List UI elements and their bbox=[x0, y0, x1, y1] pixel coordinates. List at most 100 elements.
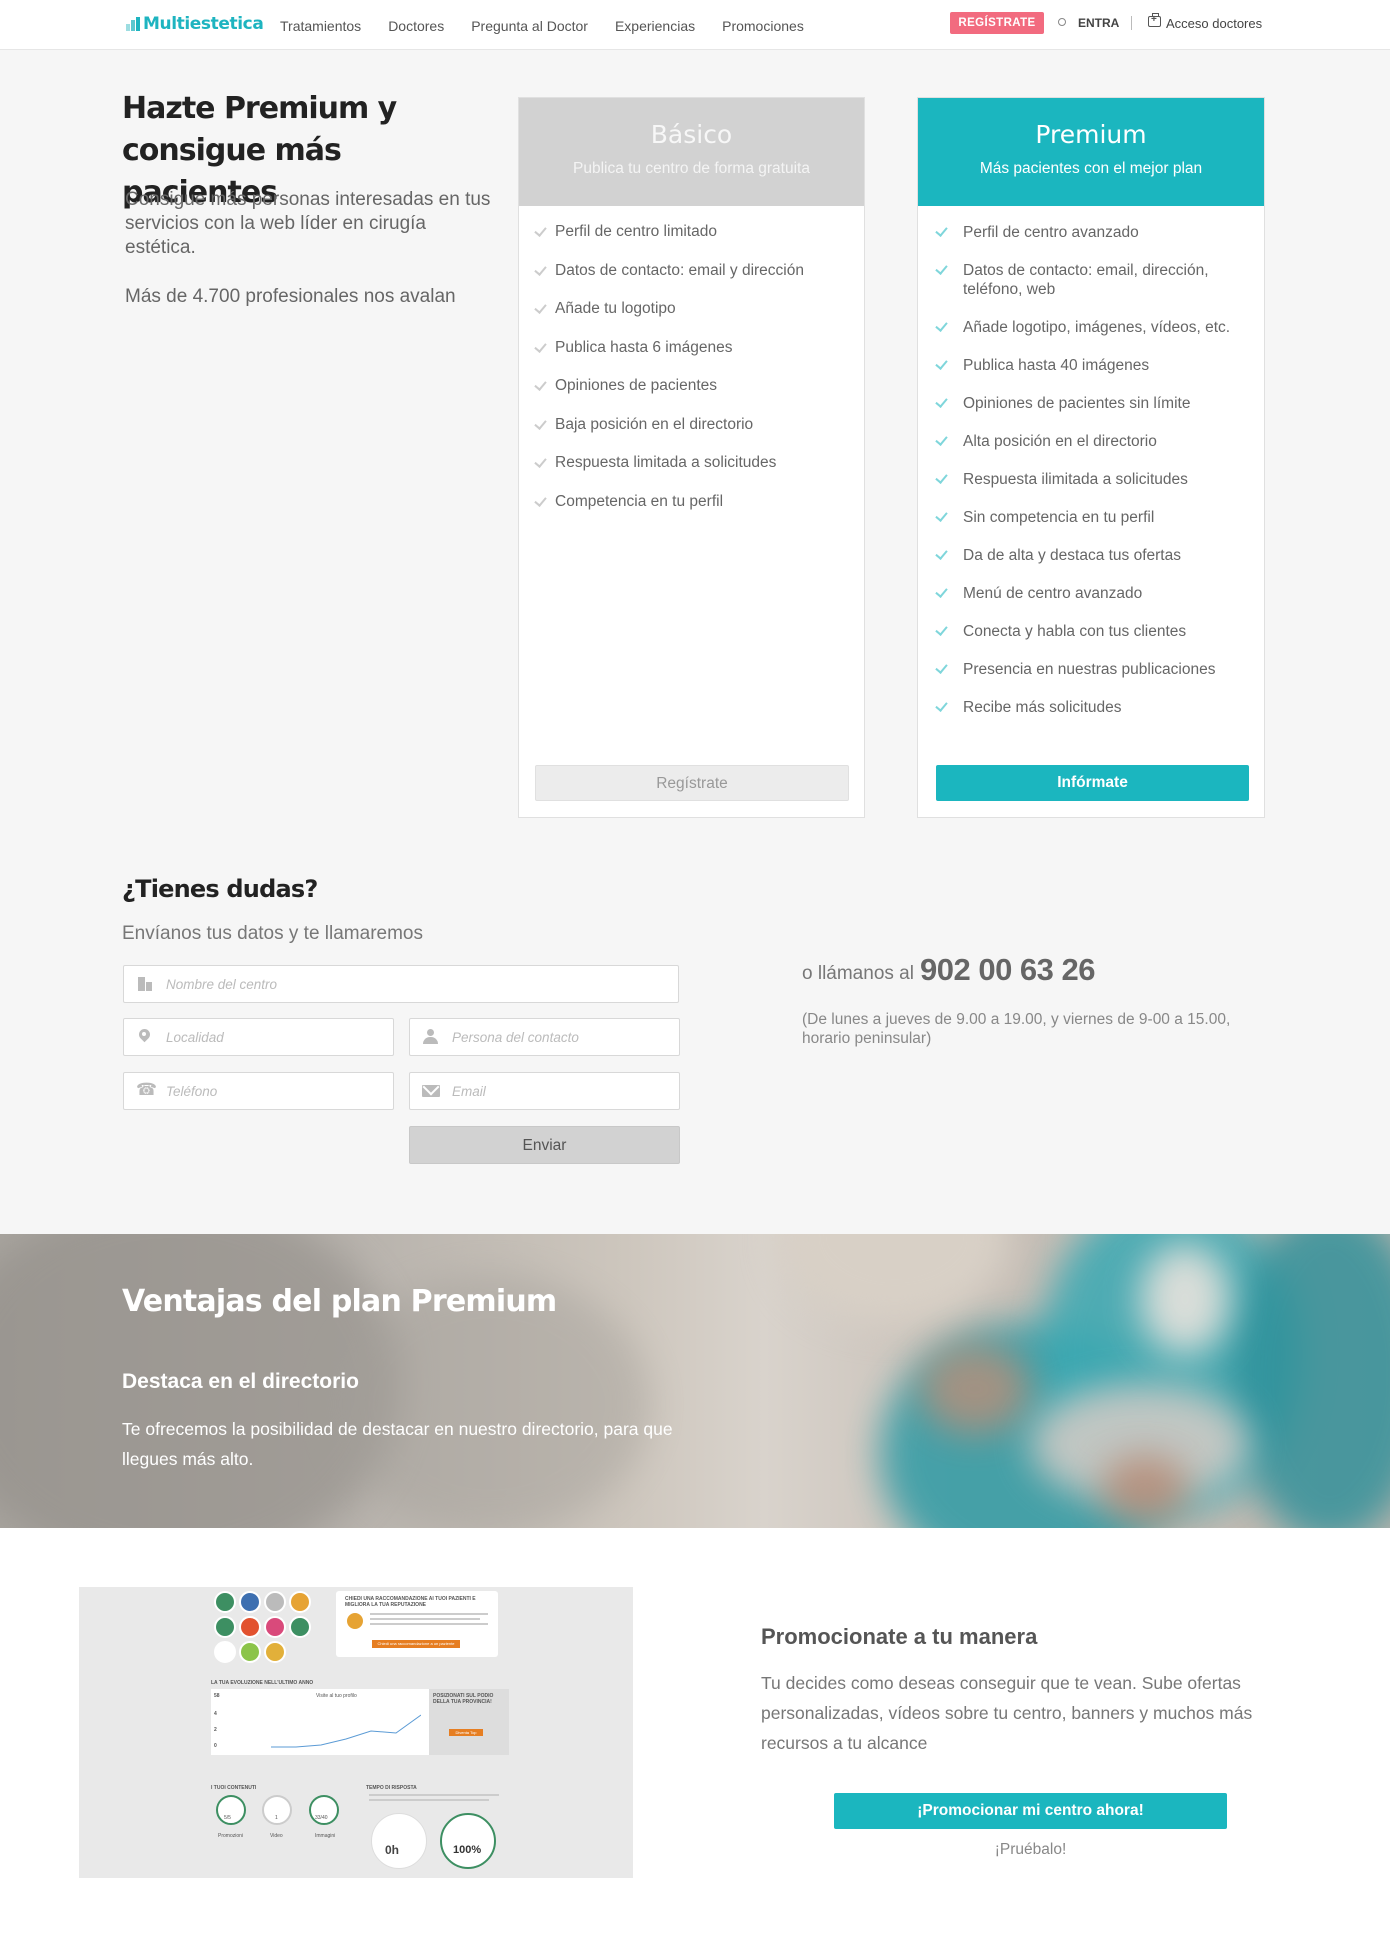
premium-info-button[interactable]: Infórmate bbox=[936, 765, 1249, 801]
register-button[interactable]: REGÍSTRATE bbox=[950, 12, 1044, 34]
check-icon bbox=[936, 357, 948, 369]
send-button[interactable]: Enviar bbox=[409, 1126, 680, 1164]
plan-basic-card: Básico Publica tu centro de forma gratui… bbox=[518, 97, 865, 818]
envelope-icon bbox=[422, 1083, 440, 1099]
check-icon bbox=[535, 340, 547, 352]
response-rate-gauge bbox=[440, 1813, 496, 1869]
bubble-icon bbox=[289, 1616, 311, 1638]
plan-premium-card: Premium Más pacientes con el mejor plan … bbox=[917, 97, 1265, 818]
medical-bag-icon bbox=[1148, 13, 1161, 27]
response-time-gauge bbox=[371, 1813, 427, 1869]
check-icon bbox=[936, 471, 948, 483]
login-link[interactable]: ENTRA bbox=[1078, 16, 1119, 30]
call-hours: (De lunes a jueves de 9.00 a 19.00, y vi… bbox=[802, 1011, 1231, 1047]
promo-section: CHIEDI UNA RACCOMANDAZIONE AI TUOI PAZIE… bbox=[0, 1528, 1390, 1947]
contact-title: ¿Tienes dudas? bbox=[122, 875, 318, 903]
check-icon bbox=[535, 455, 547, 467]
check-icon bbox=[936, 224, 948, 236]
plan-name: Premium bbox=[1035, 120, 1147, 149]
check-icon bbox=[936, 509, 948, 521]
plan-tagline: Publica tu centro de forma gratuita bbox=[573, 160, 810, 177]
save-icon bbox=[239, 1591, 261, 1613]
hero-subtitle: Consigue más personas interesadas en tus… bbox=[125, 189, 491, 258]
email-field bbox=[409, 1072, 680, 1110]
evolution-panel: 58 4 2 0 Visite al tuo profilo POSIZIONA… bbox=[211, 1689, 509, 1755]
check-icon bbox=[936, 699, 948, 711]
check-icon bbox=[535, 224, 547, 236]
doctors-access-link[interactable]: Acceso doctores bbox=[1166, 16, 1262, 31]
feature-item: Competencia en tu perfil bbox=[535, 493, 845, 532]
phone-number-link[interactable]: 902 00 63 26 bbox=[920, 952, 1096, 988]
nav-experiencias[interactable]: Experiencias bbox=[615, 18, 695, 34]
become-top-button[interactable]: Diventa Top bbox=[449, 1729, 483, 1736]
nav-pregunta[interactable]: Pregunta al Doctor bbox=[471, 18, 588, 34]
check-icon bbox=[535, 301, 547, 313]
try-it-link[interactable]: ¡Pruébalo! bbox=[834, 1841, 1227, 1859]
check-icon bbox=[936, 433, 948, 445]
city-field bbox=[123, 1018, 394, 1056]
banner-subtitle: Destaca en el directorio bbox=[122, 1370, 359, 1393]
gauge-icon bbox=[264, 1616, 286, 1638]
nav-tratamientos[interactable]: Tratamientos bbox=[280, 18, 361, 34]
check-icon bbox=[535, 263, 547, 275]
check-icon bbox=[936, 319, 948, 331]
check-icon bbox=[936, 395, 948, 407]
promote-center-button[interactable]: ¡Promocionar mi centro ahora! bbox=[834, 1793, 1227, 1829]
gear-icon bbox=[239, 1616, 261, 1638]
recommendation-card: CHIEDI UNA RACCOMANDAZIONE AI TUOI PAZIE… bbox=[336, 1591, 498, 1657]
promo-title: Promocionate a tu manera bbox=[761, 1624, 1038, 1649]
crown-icon bbox=[239, 1641, 261, 1663]
chat-icon bbox=[289, 1591, 311, 1613]
plan-name: Básico bbox=[650, 120, 733, 149]
phone-field bbox=[123, 1072, 394, 1110]
feature-item: Presencia en nuestras publicaciones bbox=[936, 660, 1246, 679]
feature-item: Perfil de centro limitado bbox=[535, 223, 845, 262]
check-icon bbox=[535, 378, 547, 390]
feature-item: Añade tu logotipo bbox=[535, 300, 845, 339]
feature-item: Opiniones de pacientes bbox=[535, 377, 845, 416]
feature-item: Publica hasta 6 imágenes bbox=[535, 339, 845, 378]
person-icon bbox=[422, 1029, 440, 1045]
main-nav: Tratamientos Doctores Pregunta al Doctor… bbox=[280, 18, 831, 34]
nav-promociones[interactable]: Promociones bbox=[722, 18, 804, 34]
center-name-field bbox=[123, 965, 679, 1003]
recommend-button[interactable]: Chiedi una raccomandazione a un paziente bbox=[372, 1640, 460, 1648]
city-input[interactable] bbox=[166, 1019, 385, 1055]
feature-item: Menú de centro avanzado bbox=[936, 584, 1246, 603]
dashboard-screenshot: CHIEDI UNA RACCOMANDAZIONE AI TUOI PAZIE… bbox=[79, 1587, 633, 1878]
feature-item: Datos de contacto: email y dirección bbox=[535, 262, 845, 301]
premium-benefits-banner: Ventajas del plan Premium Destaca en el … bbox=[0, 1234, 1390, 1528]
contact-person-input[interactable] bbox=[452, 1019, 671, 1055]
nav-doctores[interactable]: Doctores bbox=[388, 18, 444, 34]
phone-input[interactable] bbox=[166, 1073, 385, 1109]
banner-title: Ventajas del plan Premium bbox=[122, 1284, 557, 1319]
logo[interactable]: Multiestetica bbox=[126, 14, 264, 34]
feature-item: Añade logotipo, imágenes, vídeos, etc. bbox=[936, 318, 1246, 337]
check-icon bbox=[535, 417, 547, 429]
contact-person-field bbox=[409, 1018, 680, 1056]
check-icon bbox=[535, 494, 547, 506]
hero-count: Más de 4.700 profesionales nos avalan bbox=[125, 286, 456, 307]
doc-icon bbox=[214, 1591, 236, 1613]
top-navbar: Multiestetica Tratamientos Doctores Preg… bbox=[0, 0, 1390, 50]
feature-item: Respuesta ilimitada a solicitudes bbox=[936, 470, 1246, 489]
center-name-input[interactable] bbox=[166, 966, 670, 1002]
feature-item: Opiniones de pacientes sin límite bbox=[936, 394, 1246, 413]
plan-basic-header: Básico Publica tu centro de forma gratui… bbox=[519, 98, 864, 206]
email-input[interactable] bbox=[452, 1073, 671, 1109]
divider bbox=[1131, 16, 1132, 30]
check-icon bbox=[936, 262, 948, 274]
feature-item: Da de alta y destaca tus ofertas bbox=[936, 546, 1246, 565]
logo-text: Multiestetica bbox=[143, 14, 264, 34]
contact-subtitle: Envíanos tus datos y te llamaremos bbox=[122, 923, 423, 944]
podium-icon bbox=[264, 1641, 286, 1663]
feature-item: Recibe más solicitudes bbox=[936, 698, 1246, 717]
basic-register-button[interactable]: Regístrate bbox=[535, 765, 849, 801]
blank-icon bbox=[214, 1641, 236, 1663]
logo-icon bbox=[126, 17, 140, 31]
feature-list: Perfil de centro avanzado Datos de conta… bbox=[936, 223, 1246, 736]
feature-list: Perfil de centro limitado Datos de conta… bbox=[535, 223, 845, 531]
plan-tagline: Más pacientes con el mejor plan bbox=[979, 160, 1203, 177]
feature-item: Alta posición en el directorio bbox=[936, 432, 1246, 451]
feature-item: Datos de contacto: email, dirección, tel… bbox=[936, 261, 1246, 299]
